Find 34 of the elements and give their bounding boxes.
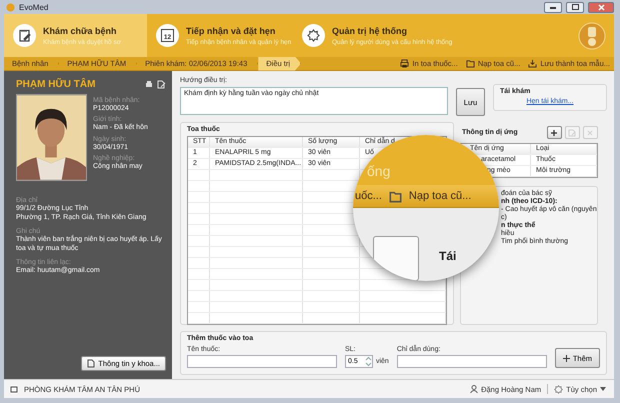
close-button[interactable]: [588, 2, 614, 12]
gear-icon: [307, 29, 320, 42]
spinner-arrows-icon: [364, 356, 372, 367]
folder-icon: [388, 190, 403, 202]
notepad-icon: [18, 29, 30, 42]
add-button[interactable]: [546, 126, 562, 139]
print-icon[interactable]: [144, 80, 153, 89]
add-icon: [549, 128, 560, 138]
patient-name: PHẠM HỮU TÂM: [16, 79, 96, 90]
magnified-text: uốc...: [355, 190, 382, 202]
usage-field[interactable]: [396, 355, 547, 368]
delete-icon: [585, 128, 596, 138]
plus-icon: [562, 354, 570, 362]
document-icon: [87, 359, 96, 368]
gear-icon: [554, 384, 564, 394]
maximize-icon: [572, 4, 578, 10]
minimize-icon: [550, 6, 556, 8]
caret-icon: [600, 387, 606, 391]
magnified-text: ống: [367, 163, 390, 179]
maximize-button[interactable]: [566, 2, 584, 12]
download-icon: [528, 59, 538, 68]
window-title: EvoMed: [19, 2, 50, 12]
edit-icon[interactable]: [156, 80, 166, 89]
magnified-text: Nạp toa cũ...: [408, 190, 472, 202]
folder-icon: [466, 59, 475, 68]
drug-name-field[interactable]: [186, 355, 337, 368]
minimize-button[interactable]: [544, 2, 562, 12]
medical-logo-icon: [578, 22, 606, 50]
user-icon: [470, 385, 478, 393]
edit-icon: [567, 128, 578, 138]
printer-icon: [400, 59, 410, 68]
magnified-text: Tái: [439, 249, 456, 263]
app-logo-icon: [6, 2, 15, 12]
close-icon: [598, 4, 604, 10]
